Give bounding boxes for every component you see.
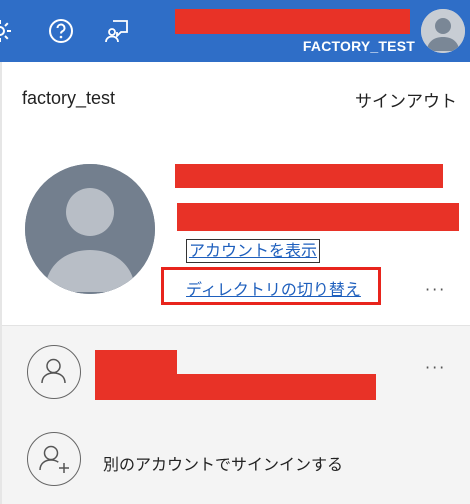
- help-icon[interactable]: [48, 18, 74, 44]
- redacted-block: [95, 350, 177, 376]
- sign-out-link[interactable]: サインアウト: [355, 87, 457, 112]
- header-avatar[interactable]: [421, 9, 465, 53]
- redacted-block: [177, 203, 459, 231]
- person-icon[interactable]: [27, 345, 81, 399]
- redacted-block: [175, 164, 443, 188]
- header-user-name[interactable]: FACTORY_TEST: [285, 38, 415, 54]
- switch-directory-link[interactable]: ディレクトリの切り替え: [186, 276, 361, 300]
- profile-avatar: [25, 164, 155, 294]
- view-account-link[interactable]: アカウントを表示: [186, 239, 321, 263]
- more-options-button[interactable]: ···: [425, 358, 446, 377]
- tenant-name: factory_test: [22, 88, 116, 108]
- top-bar: FACTORY_TEST: [0, 0, 470, 62]
- feedback-icon[interactable]: [104, 18, 130, 44]
- more-options-button[interactable]: ···: [425, 280, 446, 299]
- add-account-link[interactable]: 別のアカウントでサインインする: [103, 451, 343, 475]
- add-person-icon[interactable]: [27, 432, 81, 486]
- redacted-block: [175, 9, 410, 34]
- redacted-block: [95, 374, 376, 400]
- settings-icon[interactable]: [0, 18, 13, 44]
